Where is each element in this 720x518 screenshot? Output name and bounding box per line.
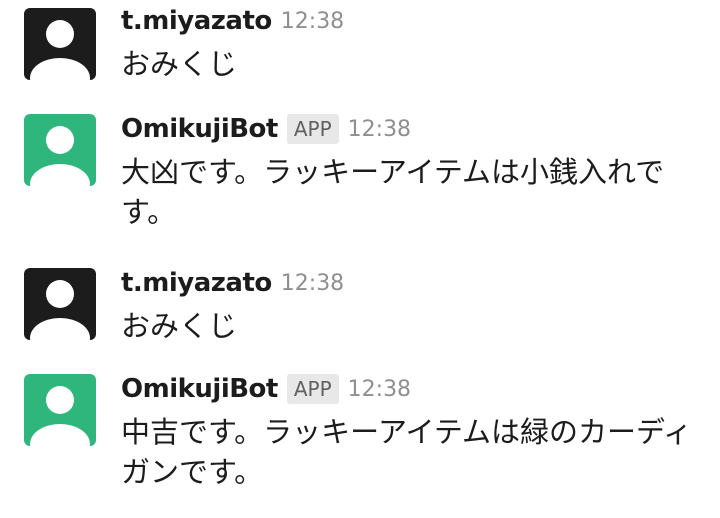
user-avatar-icon (24, 268, 96, 340)
message-text: おみくじ (121, 47, 238, 81)
message-timestamp[interactable]: 12:38 (281, 9, 344, 34)
message-text: 大凶です。ラッキーアイテムは小銭入れです。 (121, 155, 665, 229)
user-avatar-icon (24, 8, 96, 80)
app-badge: APP (286, 374, 339, 404)
author-name[interactable]: OmikujiBot (121, 374, 278, 404)
bot-avatar-icon (24, 374, 96, 446)
message-timestamp[interactable]: 12:38 (281, 271, 344, 296)
bot-avatar-icon (24, 114, 96, 186)
message-timestamp[interactable]: 12:38 (348, 377, 411, 402)
avatar[interactable] (24, 8, 96, 80)
message-text: おみくじ (121, 309, 238, 343)
author-name[interactable]: t.miyazato (121, 268, 272, 298)
avatar[interactable] (24, 268, 96, 340)
author-name[interactable]: t.miyazato (121, 6, 272, 36)
author-name[interactable]: OmikujiBot (121, 114, 278, 144)
avatar[interactable] (24, 374, 96, 446)
message-timestamp[interactable]: 12:38 (348, 117, 411, 142)
avatar[interactable] (24, 114, 96, 186)
app-badge: APP (286, 114, 339, 144)
message-feed: t.miyazato 12:38 おみくじ OmikujiBot APP 12:… (0, 0, 720, 518)
message-text: 中吉です。ラッキーアイテムは緑のカーディガンです。 (121, 415, 693, 489)
